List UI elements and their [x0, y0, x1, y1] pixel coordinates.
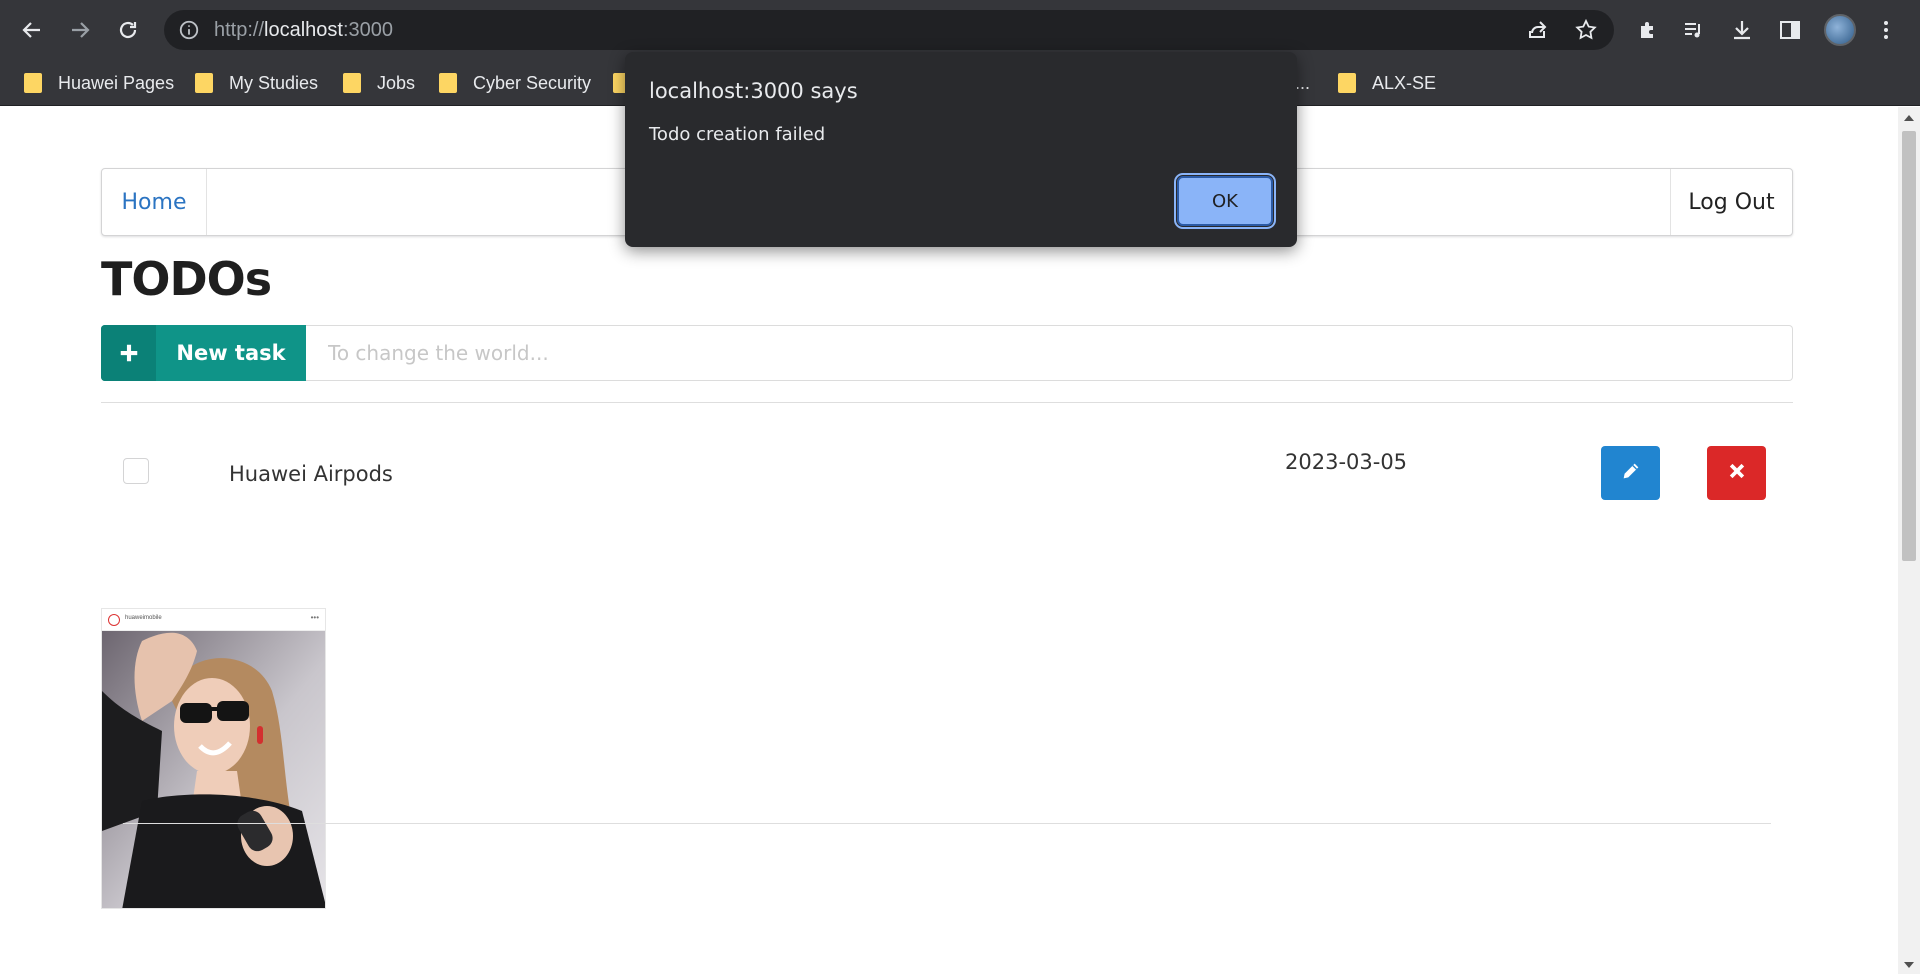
folder-icon — [24, 73, 42, 93]
ok-button[interactable]: OK — [1174, 173, 1276, 229]
scrollbar-thumb[interactable] — [1902, 131, 1916, 561]
plus-icon — [101, 325, 156, 381]
todo-checkbox[interactable] — [123, 458, 149, 484]
dialog-title: localhost:3000 says — [649, 79, 858, 103]
url-port: :3000 — [342, 19, 394, 41]
delete-todo-button[interactable] — [1707, 446, 1766, 500]
puzzle-icon[interactable] — [1634, 16, 1662, 44]
folder-icon — [195, 73, 213, 93]
star-icon[interactable] — [1574, 18, 1598, 42]
bookmark-my-studies[interactable]: My Studies — [195, 68, 318, 98]
bookmark-label: Jobs — [377, 72, 416, 93]
folder-icon — [439, 73, 457, 93]
info-icon[interactable] — [178, 19, 200, 41]
bookmark-label: ... — [1295, 72, 1311, 93]
pencil-icon — [1620, 460, 1642, 487]
dialog-message: Todo creation failed — [649, 124, 826, 145]
divider — [123, 823, 1771, 824]
bookmark-label: Huawei Pages — [58, 72, 175, 93]
playlist-icon[interactable] — [1680, 16, 1708, 44]
edit-todo-button[interactable] — [1601, 446, 1660, 500]
reload-icon[interactable] — [114, 16, 142, 44]
scroll-up-icon[interactable] — [1904, 115, 1914, 121]
nav-logout-link[interactable]: Log Out — [1670, 169, 1792, 235]
photo-woman-with-earbuds — [102, 631, 325, 908]
divider — [101, 402, 1793, 403]
new-task-button[interactable]: New task — [101, 325, 306, 381]
scroll-down-icon[interactable] — [1904, 962, 1914, 968]
bookmark-label: My Studies — [229, 72, 319, 93]
image-post-header: huaweimobile ••• — [102, 609, 325, 631]
bookmark-alx-se[interactable]: ALX-SE — [1338, 68, 1436, 98]
url-scheme: http:// — [214, 19, 265, 41]
bookmark-label: ALX-SE — [1372, 72, 1437, 93]
todo-title: Huawei Airpods — [229, 462, 393, 486]
close-icon — [1727, 461, 1747, 486]
new-task-label: New task — [176, 341, 286, 365]
new-task-input[interactable] — [306, 325, 1793, 381]
folder-icon — [1338, 73, 1356, 93]
side-panel-icon[interactable] — [1776, 16, 1804, 44]
nav-home-link[interactable]: Home — [102, 169, 207, 235]
bookmark-label: Cyber Security — [473, 72, 592, 93]
vertical-scrollbar[interactable] — [1898, 107, 1920, 974]
url-text: http://localhost:3000 — [214, 19, 393, 42]
bookmark-cyber-security[interactable]: Cyber Security — [439, 68, 591, 98]
address-bar[interactable]: http://localhost:3000 — [164, 10, 1614, 50]
download-icon[interactable] — [1728, 16, 1756, 44]
arrow-left-icon[interactable] — [18, 16, 46, 44]
kebab-menu-icon[interactable] — [1872, 16, 1900, 44]
bookmark-huawei-pages[interactable]: Huawei Pages — [24, 68, 174, 98]
todo-image: huaweimobile ••• — [101, 608, 326, 909]
todo-date: 2023-03-05 — [1285, 450, 1408, 474]
bookmark-overflow[interactable]: ... — [1295, 68, 1310, 98]
url-host: localhost — [264, 19, 343, 41]
arrow-right-icon[interactable] — [66, 16, 94, 44]
alert-dialog: localhost:3000 says Todo creation failed… — [625, 52, 1297, 247]
bookmark-jobs[interactable]: Jobs — [343, 68, 415, 98]
new-task-form: New task — [101, 325, 1793, 381]
page-title: TODOs — [101, 252, 272, 306]
image-post-author: huaweimobile — [125, 615, 162, 621]
more-icon: ••• — [310, 613, 319, 622]
profile-avatar[interactable] — [1824, 14, 1856, 46]
share-icon[interactable] — [1526, 18, 1550, 42]
brand-logo-icon — [108, 614, 120, 626]
browser-toolbar: http://localhost:3000 — [0, 0, 1920, 60]
folder-icon — [343, 73, 361, 93]
